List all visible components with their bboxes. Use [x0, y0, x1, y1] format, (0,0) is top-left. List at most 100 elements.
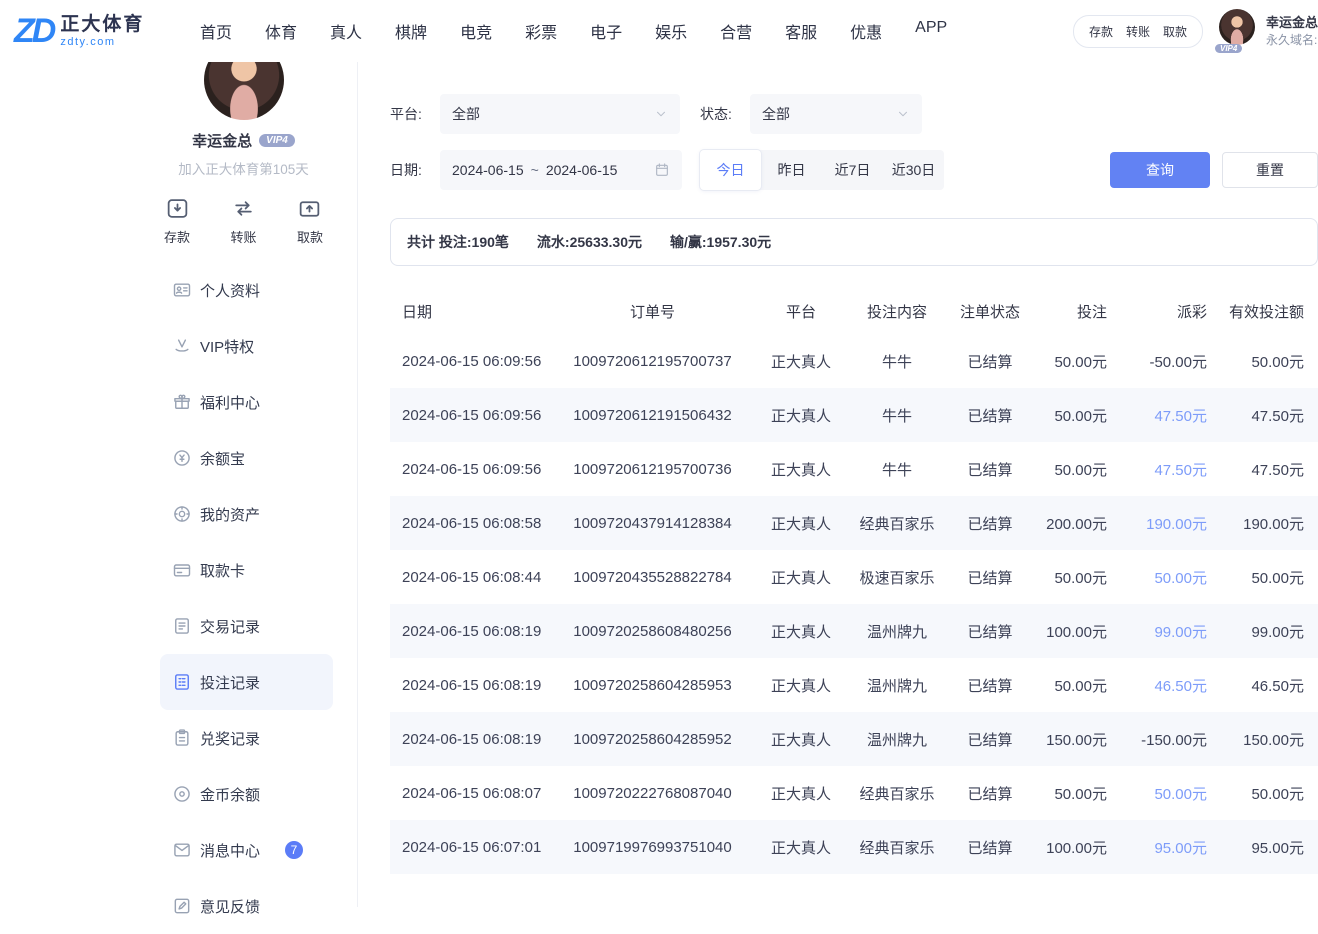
cell-date: 2024-06-15 06:09:56	[390, 461, 550, 478]
table-row: 2024-06-15 06:09:561009720612191506432正大…	[390, 388, 1318, 442]
cell-valid: 50.00元	[1221, 567, 1318, 588]
header-quick-link-1[interactable]: 转账	[1126, 23, 1150, 40]
nav-item-8[interactable]: 合营	[720, 19, 752, 43]
cell-platform: 正大真人	[755, 459, 847, 480]
column-header-5: 投注	[1033, 301, 1121, 322]
sidebar-item-feedback[interactable]: 意见反馈	[160, 878, 333, 934]
sidebar-item-withdraw-card[interactable]: 取款卡	[160, 542, 333, 598]
header-quick-link-2[interactable]: 取款	[1163, 23, 1187, 40]
column-header-1: 订单号	[550, 301, 755, 322]
nav-item-3[interactable]: 棋牌	[395, 19, 427, 43]
cell-payout: -150.00元	[1121, 729, 1221, 750]
nav-item-2[interactable]: 真人	[330, 19, 362, 43]
nav-item-6[interactable]: 电子	[590, 19, 622, 43]
sidebar-item-label: 消息中心	[200, 840, 260, 861]
brand-text: 正大体育 zdty.com	[60, 14, 144, 48]
sidebar-item-transactions[interactable]: 交易记录	[160, 598, 333, 654]
sidebar-item-label: 兑奖记录	[200, 728, 260, 749]
cell-content: 牛牛	[847, 351, 947, 372]
status-select-value: 全部	[762, 104, 790, 124]
sidebar-item-messages[interactable]: 消息中心7	[160, 822, 333, 878]
cell-date: 2024-06-15 06:08:19	[390, 677, 550, 694]
column-header-0: 日期	[390, 301, 550, 322]
cell-content: 温州牌九	[847, 621, 947, 642]
cell-payout: 46.50元	[1121, 675, 1221, 696]
brand-logo[interactable]: ZD 正大体育 zdty.com	[14, 14, 192, 48]
nav-item-4[interactable]: 电竞	[460, 19, 492, 43]
table-row: 2024-06-15 06:08:191009720258604285952正大…	[390, 712, 1318, 766]
assets-icon	[172, 504, 192, 524]
date-label: 日期:	[390, 160, 430, 180]
withdraw-icon	[297, 196, 322, 221]
cell-status: 已结算	[947, 459, 1033, 480]
brand-name: 正大体育	[60, 14, 144, 36]
cell-payout: 47.50元	[1121, 405, 1221, 426]
cell-content: 牛牛	[847, 405, 947, 426]
cell-status: 已结算	[947, 621, 1033, 642]
coin-icon	[172, 448, 192, 468]
sidebar-username: 幸运金总	[192, 130, 252, 151]
cell-status: 已结算	[947, 351, 1033, 372]
header-right: 存款转账取款 VIP4 幸运金总 永久域名:	[1073, 9, 1318, 53]
transfer-icon	[231, 196, 256, 221]
redeem-icon	[172, 728, 192, 748]
sidebar-item-profile[interactable]: 个人资料	[160, 262, 333, 318]
nav-item-7[interactable]: 娱乐	[655, 19, 687, 43]
cell-bet: 50.00元	[1033, 567, 1121, 588]
sidebar-item-welfare[interactable]: 福利中心	[160, 374, 333, 430]
header-domain-note: 永久域名:	[1266, 32, 1318, 48]
cell-platform: 正大真人	[755, 513, 847, 534]
wallet-quick-links: 存款转账取款	[1073, 15, 1203, 48]
quick-action-deposit[interactable]: 存款	[164, 196, 190, 246]
cell-order: 1009720612195700737	[550, 353, 755, 370]
cell-order: 1009720612195700736	[550, 461, 755, 478]
cell-status: 已结算	[947, 513, 1033, 534]
table-row: 2024-06-15 06:09:561009720612195700736正大…	[390, 442, 1318, 496]
platform-label: 平台:	[390, 104, 430, 124]
bank-card-icon	[172, 560, 192, 580]
quick-action-label: 取款	[297, 227, 323, 246]
nav-item-11[interactable]: APP	[915, 19, 947, 43]
column-header-6: 派彩	[1121, 301, 1221, 322]
status-select[interactable]: 全部	[750, 94, 922, 134]
sidebar-item-yuebao[interactable]: 余额宝	[160, 430, 333, 486]
nav-item-0[interactable]: 首页	[200, 19, 232, 43]
quick-date-1[interactable]: 昨日	[761, 150, 822, 190]
sidebar-item-vip[interactable]: VIP特权	[160, 318, 333, 374]
quick-date-2[interactable]: 近7日	[822, 150, 883, 190]
date-range-input[interactable]: 2024-06-15 ~ 2024-06-15	[440, 150, 682, 190]
sidebar-item-label: 我的资产	[200, 504, 260, 525]
quick-action-withdraw[interactable]: 取款	[297, 196, 323, 246]
coins-icon	[172, 784, 192, 804]
header-quick-link-0[interactable]: 存款	[1089, 23, 1113, 40]
nav-item-10[interactable]: 优惠	[850, 19, 882, 43]
sidebar-quick-actions: 存款转账取款	[130, 196, 357, 246]
table-row: 2024-06-15 06:09:561009720612195700737正大…	[390, 334, 1318, 388]
date-separator: ~	[531, 162, 539, 178]
quick-action-transfer[interactable]: 转账	[230, 196, 256, 246]
nav-item-1[interactable]: 体育	[265, 19, 297, 43]
sidebar-item-coin-balance[interactable]: 金币余额	[160, 766, 333, 822]
sidebar-item-assets[interactable]: 我的资产	[160, 486, 333, 542]
nav-item-9[interactable]: 客服	[785, 19, 817, 43]
sidebar-item-redeem[interactable]: 兑奖记录	[160, 710, 333, 766]
sidebar: 幸运金总 VIP4 加入正大体育第105天 存款转账取款 个人资料VIP特权福利…	[130, 62, 358, 907]
sidebar-user-row: 幸运金总 VIP4	[130, 130, 357, 151]
cell-platform: 正大真人	[755, 837, 847, 858]
sidebar-item-label: VIP特权	[200, 336, 254, 357]
search-button[interactable]: 查询	[1110, 152, 1210, 188]
cell-date: 2024-06-15 06:08:58	[390, 515, 550, 532]
sidebar-item-bet-records[interactable]: 投注记录	[160, 654, 333, 710]
header-username: 幸运金总	[1266, 14, 1318, 32]
header-user-text: 幸运金总 永久域名:	[1266, 14, 1318, 48]
reset-button[interactable]: 重置	[1222, 152, 1318, 188]
vip-badge: VIP4	[259, 134, 295, 147]
header-user[interactable]: VIP4 幸运金总 永久域名:	[1219, 9, 1318, 53]
quick-date-3[interactable]: 近30日	[883, 150, 944, 190]
summary-bar: 共计 投注:190笔流水:25633.30元输/赢:1957.30元	[390, 218, 1318, 266]
cell-valid: 50.00元	[1221, 351, 1318, 372]
platform-select[interactable]: 全部	[440, 94, 680, 134]
nav-item-5[interactable]: 彩票	[525, 19, 557, 43]
cell-platform: 正大真人	[755, 567, 847, 588]
quick-date-0[interactable]: 今日	[700, 150, 761, 190]
